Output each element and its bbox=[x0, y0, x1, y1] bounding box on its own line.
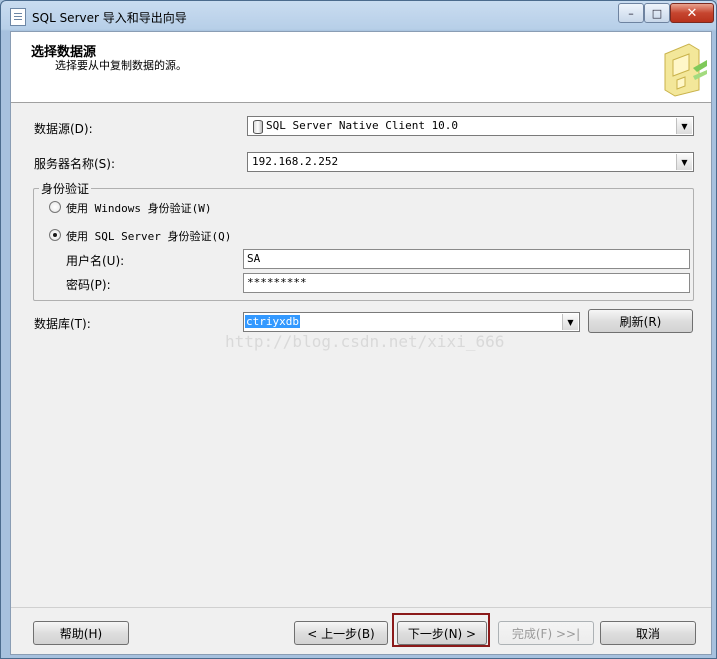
finish-button: 完成(F) >>| bbox=[498, 621, 594, 645]
chevron-down-icon[interactable]: ▼ bbox=[676, 154, 692, 170]
wizard-header: 选择数据源 选择要从中复制数据的源。 bbox=[11, 32, 711, 103]
cancel-button[interactable]: 取消 bbox=[600, 621, 696, 645]
wizard-client-area: 选择数据源 选择要从中复制数据的源。 数据源(D): SQL Server Na… bbox=[10, 31, 712, 655]
data-source-label: 数据源(D): bbox=[34, 122, 93, 136]
database-combobox[interactable]: ctriyxdb ▼ bbox=[243, 312, 580, 332]
database-transfer-icon bbox=[664, 43, 707, 97]
password-value: ********* bbox=[247, 276, 307, 289]
auth-sql-radio[interactable] bbox=[49, 229, 61, 241]
username-value: SA bbox=[247, 252, 261, 265]
footer-divider bbox=[11, 607, 711, 608]
username-label: 用户名(U): bbox=[66, 254, 125, 268]
close-button[interactable]: ✕ bbox=[670, 3, 714, 23]
minimize-button[interactable]: – bbox=[618, 3, 644, 23]
authentication-group-label: 身份验证 bbox=[39, 180, 92, 197]
database-cylinder-icon bbox=[253, 120, 263, 134]
server-name-label: 服务器名称(S): bbox=[34, 157, 116, 171]
database-label: 数据库(T): bbox=[34, 317, 91, 331]
data-source-combobox[interactable]: SQL Server Native Client 10.0 ▼ bbox=[247, 116, 694, 136]
auth-sql-label[interactable]: 使用 SQL Server 身份验证(Q) bbox=[66, 228, 231, 244]
back-button[interactable]: < 上一步(B) bbox=[294, 621, 388, 645]
page-subtitle: 选择要从中复制数据的源。 bbox=[55, 59, 187, 72]
watermark-text: http://blog.csdn.net/xixi_666 bbox=[225, 332, 505, 351]
password-input[interactable]: ********* bbox=[243, 273, 690, 293]
password-label: 密码(P): bbox=[66, 278, 111, 292]
title-bar[interactable]: SQL Server 导入和导出向导 – □ ✕ bbox=[1, 1, 716, 31]
server-name-combobox[interactable]: 192.168.2.252 ▼ bbox=[247, 152, 694, 172]
chevron-down-icon[interactable]: ▼ bbox=[676, 118, 692, 134]
wizard-window: SQL Server 导入和导出向导 – □ ✕ 选择数据源 选择要从中复制数据… bbox=[0, 0, 717, 659]
maximize-button[interactable]: □ bbox=[644, 3, 670, 23]
refresh-button[interactable]: 刷新(R) bbox=[588, 309, 693, 333]
wizard-app-icon bbox=[10, 8, 26, 26]
database-value: ctriyxdb bbox=[245, 315, 300, 328]
server-name-value: 192.168.2.252 bbox=[252, 155, 339, 168]
next-button-highlight bbox=[392, 613, 490, 647]
username-input[interactable]: SA bbox=[243, 249, 690, 269]
window-title: SQL Server 导入和导出向导 bbox=[32, 11, 187, 25]
data-source-value: SQL Server Native Client 10.0 bbox=[266, 119, 459, 132]
help-button[interactable]: 帮助(H) bbox=[33, 621, 129, 645]
auth-windows-radio[interactable] bbox=[49, 201, 61, 213]
auth-windows-label[interactable]: 使用 Windows 身份验证(W) bbox=[66, 200, 211, 216]
chevron-down-icon[interactable]: ▼ bbox=[562, 314, 578, 330]
